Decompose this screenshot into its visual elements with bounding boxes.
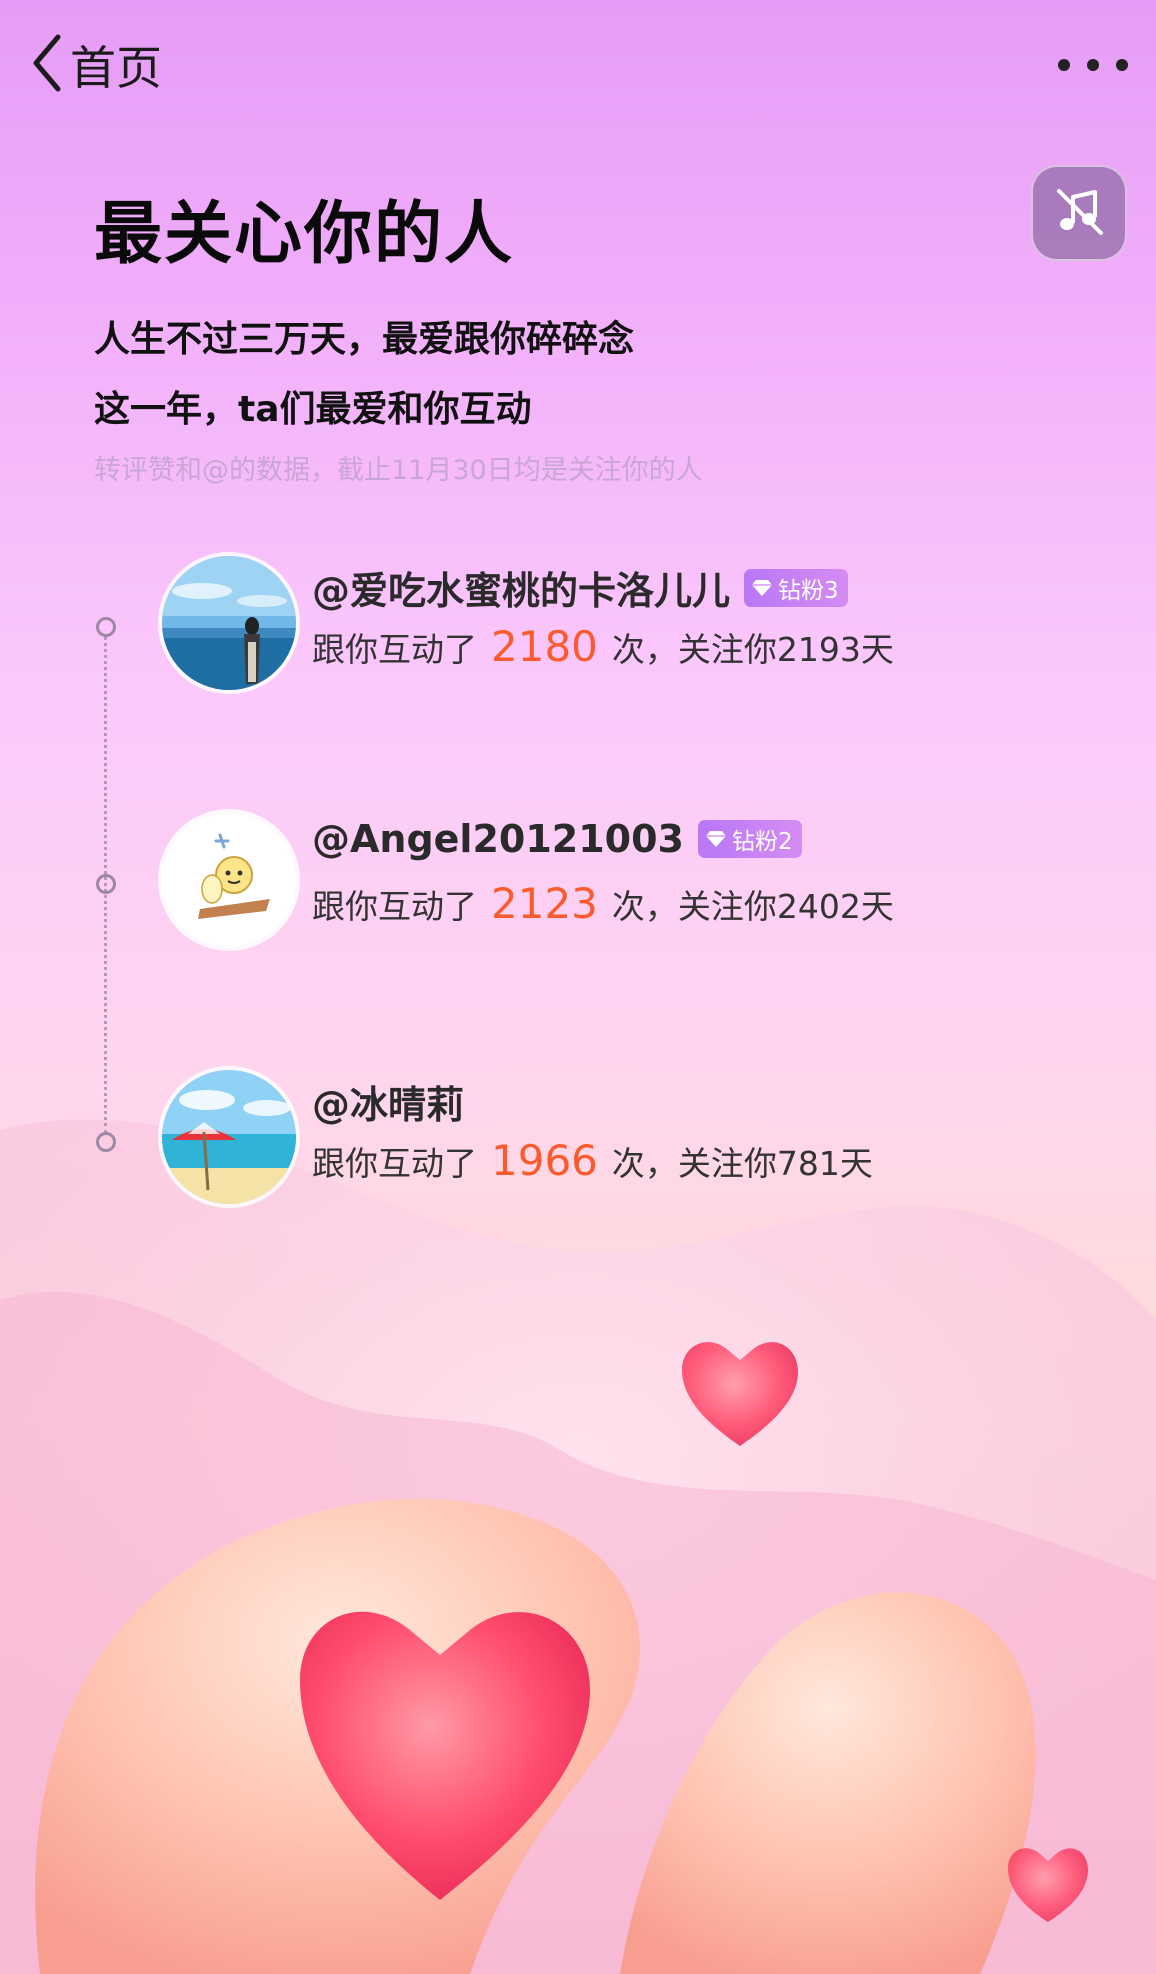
avatar[interactable] (158, 552, 300, 694)
music-off-icon (1051, 183, 1107, 243)
avatar[interactable] (158, 809, 300, 951)
background-illustration (0, 1119, 1156, 1974)
page-title: 最关心你的人 (94, 195, 515, 274)
top-bar: 首页 (0, 0, 1156, 130)
avatar[interactable] (158, 1066, 300, 1208)
more-dots-icon[interactable] (1058, 50, 1128, 80)
fan-badge: 钻粉2 (697, 820, 802, 858)
interaction-count: 2123 (491, 879, 598, 928)
interaction-stat: 跟你互动了 2123 次，关注你2402天 (312, 879, 894, 928)
music-toggle-button[interactable] (1031, 165, 1127, 261)
interaction-stat: 跟你互动了 1966 次，关注你781天 (312, 1136, 873, 1185)
list-item[interactable]: @Angel20121003 钻粉2 跟你互动了 2123 次，关注你2402天 (158, 809, 1118, 954)
list-item[interactable]: @爱吃水蜜桃的卡洛儿儿 钻粉3 跟你互动了 2180 次，关注你2193天 (158, 552, 1118, 697)
subtitle-line-2: 这一年，ta们最爱和你互动 (94, 389, 532, 430)
interaction-stat: 跟你互动了 2180 次，关注你2193天 (312, 622, 894, 671)
back-label: 首页 (70, 41, 162, 95)
list-item[interactable]: @冰晴莉 跟你互动了 1966 次，关注你781天 (158, 1066, 1118, 1211)
subtitle-line-1: 人生不过三万天，最爱跟你碎碎念 (94, 319, 635, 360)
interaction-count: 1966 (491, 1136, 598, 1185)
back-button[interactable]: 首页 (30, 30, 162, 100)
fan-badge: 钻粉3 (744, 568, 848, 607)
user-name[interactable]: @Angel20121003 钻粉2 (312, 817, 802, 861)
data-note: 转评赞和@的数据，截止11月30日均是关注你的人 (94, 455, 703, 486)
chevron-left-icon (30, 33, 64, 97)
interaction-count: 2180 (491, 622, 598, 671)
user-name[interactable]: @冰晴莉 (312, 1074, 464, 1129)
timeline-dot (96, 874, 116, 894)
user-name[interactable]: @爱吃水蜜桃的卡洛儿儿 钻粉3 (312, 560, 848, 615)
diamond-icon (705, 831, 726, 847)
timeline-dot (96, 1132, 116, 1152)
timeline-dot (96, 617, 116, 637)
diamond-icon (752, 579, 773, 596)
